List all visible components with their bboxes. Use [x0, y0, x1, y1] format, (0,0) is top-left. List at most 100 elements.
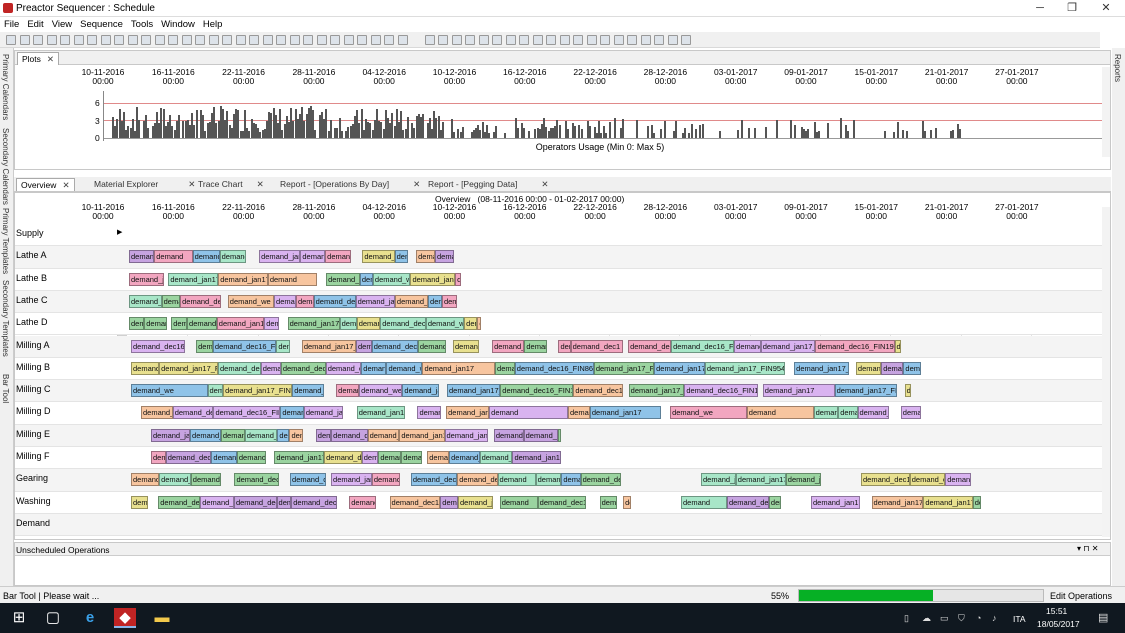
close-icon[interactable]: ✕ [541, 179, 548, 189]
operation-bar[interactable]: demand_dec16_FIN871_1 [535, 473, 562, 487]
operation-bar[interactable]: demand_jan17 [274, 451, 325, 464]
operation-bar[interactable]: demand_dec16_FIN853_1 [417, 406, 442, 420]
operation-bar[interactable]: demand_dec16_FIN180_1 [356, 339, 372, 353]
operation-bar[interactable]: demand_jan17_FIN954_1 [295, 294, 314, 308]
tab-primary-calendars[interactable]: Primary Calendars [1, 54, 10, 120]
operation-bar[interactable]: demand_dec16_FIN853_1 [131, 339, 185, 353]
operation-bar[interactable]: demand_dec1 [972, 495, 981, 509]
toolbar-button[interactable] [46, 35, 57, 45]
operation-bar[interactable]: demand_dec1 [190, 428, 221, 442]
operation-bar[interactable]: demand_dec16_FIN871_1 [455, 272, 461, 286]
operation-bar[interactable]: demand_jan17_FIN190_1 [427, 451, 450, 464]
toolbar-button[interactable] [289, 35, 300, 45]
tab-material-explorer[interactable]: Material Explorer ✕ [90, 178, 199, 191]
operation-bar[interactable]: demand_jan17_FIN833_1 [446, 406, 490, 420]
operation-bar[interactable]: demand_dec16_FIN180_1 [440, 495, 458, 509]
operation-bar[interactable]: demand_jan17_FIN190_1 [401, 451, 422, 464]
operation-bar[interactable]: demand_jan17 [196, 339, 213, 353]
operation-bar[interactable]: demand_we [274, 294, 296, 308]
operation-bar[interactable]: demand_jan17_FIN833_1 [593, 361, 655, 375]
operation-bar[interactable]: demand_we [425, 317, 465, 331]
operation-bar[interactable]: demand [489, 406, 568, 420]
operation-bar[interactable]: demand_we [280, 406, 304, 420]
operation-bar[interactable]: demand_jan17_FIN180_1 [356, 406, 405, 420]
toolbar-button[interactable] [397, 35, 408, 45]
maximize-button[interactable]: ❐ [1055, 0, 1089, 17]
toolbar-button[interactable] [573, 35, 583, 45]
toolbar-button[interactable] [357, 35, 367, 45]
operation-bar[interactable]: demand_jan17_FIN954_1 [704, 361, 786, 375]
operation-bar[interactable]: demand_dec16_FIN871_1 [378, 451, 402, 464]
operation-bar[interactable]: demand_dec16_FIN868_1 [628, 339, 672, 353]
menu-sequence[interactable]: Sequence [76, 17, 127, 30]
operation-bar[interactable]: demand_dec16_FIN868_1 [394, 294, 429, 308]
operation-bar[interactable]: demand_jan17_FIN190_1 [923, 495, 973, 509]
operation-bar[interactable]: demand_dec16_FIN180_1 [684, 384, 759, 398]
operation-bar[interactable]: demand_jan17_FIN954_1 [735, 473, 786, 487]
operation-bar[interactable]: demand_dec1 [244, 428, 278, 442]
operation-bar[interactable]: demand_dec16_FIN868_1 [233, 495, 277, 509]
operation-bar[interactable]: demand_dec16_FIN871_1 [212, 339, 277, 353]
operation-bar[interactable]: demand_dec16_FIN868_1 [291, 495, 338, 509]
operation-bar[interactable]: demand_dec16_FIN868_1 [131, 495, 148, 509]
operation-bar[interactable]: demand_dec16_FIN868_1 [371, 339, 418, 353]
volume-icon[interactable]: ♪ [992, 613, 1002, 623]
operation-bar[interactable]: demand_jan17_FIN954_1 [339, 317, 357, 331]
menu-edit[interactable]: Edit [23, 17, 47, 30]
operation-bar[interactable]: demand_dec16_FIN190_1 [861, 473, 910, 487]
operation-bar[interactable]: demand_dec16_FIN190_1 [815, 339, 895, 353]
toolbar-button[interactable] [451, 35, 462, 45]
operation-bar[interactable]: demand_dec16_FIN868_1 [141, 406, 173, 420]
close-icon[interactable]: ✕ [257, 179, 264, 189]
toolbar-button[interactable] [6, 35, 16, 45]
operation-bar[interactable]: demand_jan17_FIN190_1 [218, 272, 268, 286]
windows-start-icon[interactable]: ⊞ [8, 608, 30, 628]
operation-bar[interactable]: demand_jan17_FIN180_1 [734, 339, 761, 353]
operation-bar[interactable]: demand_we [131, 384, 208, 398]
operation-bar[interactable]: demand_dec1 [570, 339, 623, 353]
operation-bar[interactable]: demand_jan17 [129, 272, 164, 286]
toolbar-button[interactable] [667, 35, 678, 45]
operation-bar[interactable]: demand_we [359, 384, 403, 398]
operation-bar[interactable]: demand_jan17_FIN871_1 [326, 272, 360, 286]
toolbar-button[interactable] [60, 35, 70, 45]
operation-bar[interactable]: demand_jan17 [422, 361, 496, 375]
operation-bar[interactable]: demand_jan17_FIN180_1 [300, 250, 326, 264]
operation-bar[interactable]: demand_jan17_FIN954_1 [479, 451, 513, 464]
operation-bar[interactable]: demand_jan17_FIN954_1 [131, 361, 160, 375]
operation-bar[interactable]: demand_jan17_FIN190_1 [904, 384, 911, 398]
operation-bar[interactable]: demand_dec1 [909, 473, 946, 487]
operation-bar[interactable]: demand_dec16_FIN190_1 [276, 495, 292, 509]
operation-bar[interactable]: demand_dec16_FIN871_1 [290, 473, 326, 487]
operation-bar[interactable]: demand [499, 495, 538, 509]
operation-bar[interactable]: demand_we [900, 406, 921, 420]
operation-bar[interactable]: demand_jan17_FIN954_1 [410, 272, 456, 286]
operation-bar[interactable]: demand_dec16_FIN853_1 [671, 339, 735, 353]
operation-bar[interactable]: demand_dec16_FIN180_1 [325, 361, 362, 375]
toolbar-button[interactable] [19, 35, 30, 45]
tab-plots[interactable]: Plots ✕ [17, 52, 60, 65]
operation-bar[interactable]: demand_dec16_FIN868_1 [219, 250, 247, 264]
battery-icon[interactable]: ▯ [904, 613, 914, 623]
toolbar-button[interactable] [262, 35, 273, 45]
operation-bar[interactable]: demand_jan17_FIN180_1 [561, 473, 581, 487]
operation-bar[interactable]: demand_we [881, 361, 904, 375]
operation-bar[interactable]: demand_jan17_FIN954_1 [223, 384, 293, 398]
operation-bar[interactable]: demand_dec16_FIN868_1 [158, 495, 201, 509]
operation-bar[interactable]: demand_jan17_FIN871_1 [794, 361, 849, 375]
tab-trace-chart[interactable]: Trace Chart ✕ [194, 178, 268, 191]
operation-bar[interactable]: demand_dec16_FIN190_1 [371, 473, 401, 487]
operation-bar[interactable]: demand_jan17_FIN871_1 [292, 384, 325, 398]
operation-bar[interactable]: demand_jan17_FIN190_1 [159, 361, 218, 375]
operation-bar[interactable]: demand_dec16_FIN868_1 [838, 406, 858, 420]
overview-scrollbar[interactable] [1102, 207, 1110, 537]
operation-bar[interactable]: demand_jan17_FIN871_1 [315, 428, 332, 442]
operation-bar[interactable]: demand_jan17_FIN190_1 [447, 384, 501, 398]
operation-bar[interactable]: demand_dec16_FIN180_1 [218, 361, 261, 375]
operation-bar[interactable]: demand_dec16_FIN868_1 [514, 361, 594, 375]
operation-bar[interactable]: demand_dec16_FIN190_1 [356, 317, 381, 331]
operation-bar[interactable]: demand [192, 250, 220, 264]
menu-tools[interactable]: Tools [127, 17, 157, 30]
toolbar-button[interactable] [438, 35, 448, 45]
task-view-icon[interactable]: ▢ [42, 608, 64, 628]
